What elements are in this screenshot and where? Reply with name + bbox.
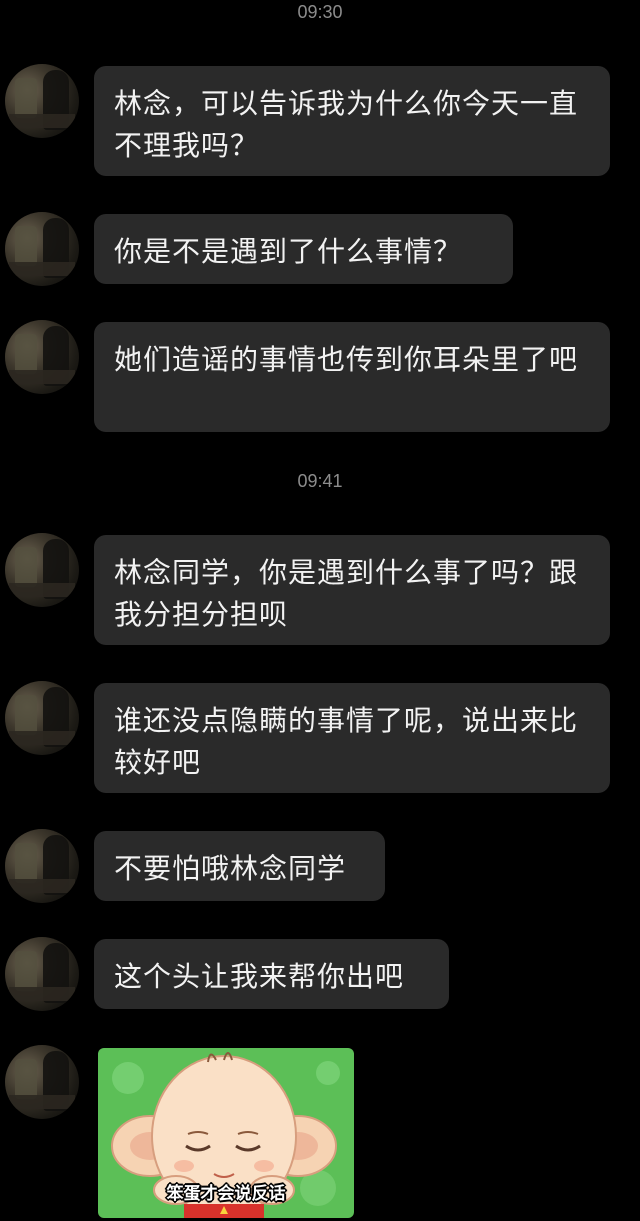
avatar[interactable]: [5, 212, 79, 286]
message-bubble[interactable]: 不要怕哦林念同学: [94, 831, 385, 901]
message-text: 你是不是遇到了什么事情？: [114, 235, 463, 268]
avatar[interactable]: [5, 64, 79, 138]
message-text: 林念同学，你是遇到什么事了吗？跟我分担分担呗: [114, 556, 579, 631]
message-bubble[interactable]: 谁还没点隐瞒的事情了呢，说出来比较好吧: [94, 683, 610, 793]
message-bubble[interactable]: 她们造谣的事情也传到你耳朵里了吧: [94, 322, 610, 432]
timestamp: 09:41: [297, 471, 343, 491]
message-bubble[interactable]: 这个头让我来帮你出吧: [94, 939, 449, 1009]
message-bubble[interactable]: 林念同学，你是遇到什么事了吗？跟我分担分担呗: [94, 535, 610, 645]
avatar[interactable]: [5, 1045, 79, 1119]
avatar[interactable]: [5, 937, 79, 1011]
avatar[interactable]: [5, 533, 79, 607]
avatar[interactable]: [5, 829, 79, 903]
sticker-message[interactable]: 笨蛋才会说反话: [98, 1048, 354, 1218]
message-text: 这个头让我来帮你出吧: [114, 960, 405, 993]
message-bubble[interactable]: 林念，可以告诉我为什么你今天一直不理我吗？: [94, 66, 610, 176]
sticker-caption: 笨蛋才会说反话: [166, 1184, 286, 1204]
timestamp: 09:30: [297, 2, 343, 22]
avatar[interactable]: [5, 681, 79, 755]
avatar[interactable]: [5, 320, 79, 394]
message-text: 不要怕哦林念同学: [114, 852, 347, 885]
message-bubble[interactable]: 你是不是遇到了什么事情？: [94, 214, 513, 284]
message-text: 她们造谣的事情也传到你耳朵里了吧: [114, 343, 579, 376]
message-text: 谁还没点隐瞒的事情了呢，说出来比较好吧: [114, 704, 579, 779]
message-text: 林念，可以告诉我为什么你今天一直不理我吗？: [114, 87, 579, 162]
